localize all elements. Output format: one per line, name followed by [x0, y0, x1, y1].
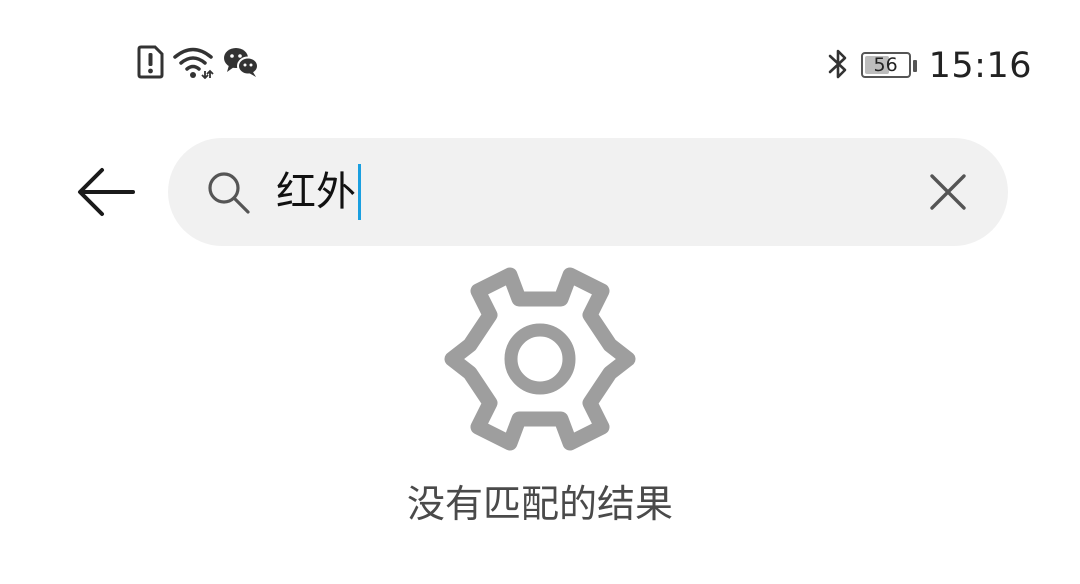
- battery-percent: 56: [873, 54, 898, 76]
- status-bar-left: [136, 44, 260, 84]
- clear-search-button[interactable]: [920, 164, 976, 220]
- settings-search-screen: 56 15:16 红外 没有匹配的结果: [0, 0, 1080, 584]
- wifi-icon: [172, 45, 214, 83]
- clock: 15:16: [928, 45, 1032, 86]
- wechat-icon: [222, 45, 260, 83]
- sim-alert-icon: [136, 45, 164, 83]
- search-input[interactable]: 红外: [276, 160, 361, 224]
- gear-icon: [444, 263, 636, 455]
- back-button[interactable]: [70, 156, 142, 228]
- close-icon: [920, 174, 976, 224]
- bluetooth-icon: [827, 46, 849, 86]
- battery-indicator: 56: [860, 52, 917, 80]
- arrow-left-icon: [70, 168, 142, 232]
- status-bar-right: 56 15:16: [827, 42, 1032, 90]
- search-query: 红外: [276, 169, 356, 215]
- search-icon: [204, 167, 254, 217]
- battery-nub: [912, 60, 917, 72]
- text-caret: [358, 164, 361, 220]
- no-results-message: 没有匹配的结果: [406, 482, 673, 526]
